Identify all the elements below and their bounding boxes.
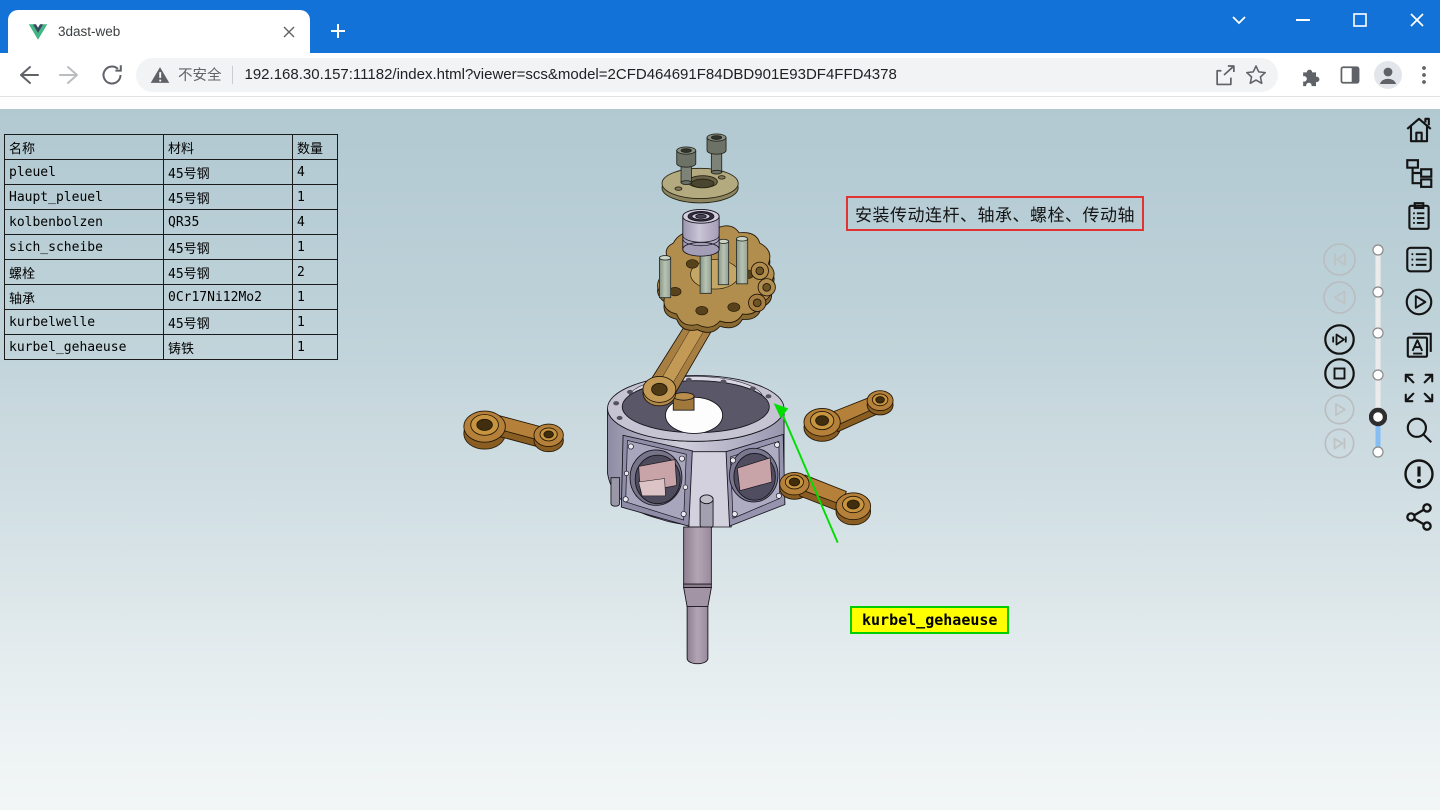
annotation-button[interactable] bbox=[1402, 329, 1436, 361]
play-pause-button[interactable] bbox=[1324, 324, 1355, 355]
window-restore-down-button[interactable] bbox=[1228, 0, 1250, 40]
timeline-slider[interactable] bbox=[1369, 244, 1387, 460]
share-icon bbox=[1403, 501, 1435, 533]
chevron-down-icon bbox=[1228, 9, 1250, 31]
alert-icon bbox=[1402, 457, 1436, 491]
url-bar[interactable]: 不安全 192.168.30.157:11182/index.html?view… bbox=[136, 58, 1278, 92]
play-circle-button[interactable] bbox=[1402, 286, 1436, 318]
stop-button[interactable] bbox=[1324, 358, 1355, 389]
vue-logo-icon bbox=[28, 23, 48, 41]
reload-icon bbox=[99, 62, 125, 88]
maximize-icon bbox=[1349, 9, 1371, 31]
part-bearing[interactable] bbox=[683, 209, 719, 256]
zoom-button[interactable] bbox=[1402, 415, 1436, 447]
star-icon bbox=[1244, 63, 1268, 87]
menu-kebab-button[interactable] bbox=[1408, 59, 1440, 91]
reload-button[interactable] bbox=[96, 59, 128, 91]
side-panel-icon bbox=[1338, 63, 1362, 87]
part-kurbelwelle[interactable] bbox=[684, 527, 712, 664]
minimize-icon bbox=[1292, 9, 1314, 31]
step-note: 安装传动连杆、轴承、螺栓、传动轴 bbox=[846, 196, 1144, 231]
viewer-viewport[interactable]: 名称 材料 数量 pleuel45号钢4 Haupt_pleuel45号钢1 k… bbox=[0, 109, 1440, 810]
share-model-button[interactable] bbox=[1402, 501, 1436, 533]
zoom-icon bbox=[1403, 415, 1435, 447]
part-pleuel-left[interactable] bbox=[464, 411, 564, 452]
puzzle-icon bbox=[1298, 63, 1322, 87]
close-icon bbox=[1406, 9, 1428, 31]
forward-button[interactable] bbox=[54, 59, 86, 91]
back-button[interactable] bbox=[12, 59, 44, 91]
model-tree-button[interactable] bbox=[1402, 157, 1436, 189]
skip-to-end-icon bbox=[1324, 428, 1355, 459]
avatar-icon bbox=[1373, 60, 1403, 90]
part-label[interactable]: kurbel_gehaeuse bbox=[850, 606, 1009, 634]
forward-arrow-icon bbox=[57, 62, 83, 88]
skip-to-start-icon bbox=[1323, 243, 1356, 276]
skip-to-end-button[interactable] bbox=[1324, 428, 1355, 459]
alert-button[interactable] bbox=[1402, 458, 1436, 490]
tab-title: 3dast-web bbox=[58, 24, 278, 39]
side-panel-button[interactable] bbox=[1334, 59, 1366, 91]
clipboard-list-button[interactable] bbox=[1402, 200, 1436, 232]
window-maximize-button[interactable] bbox=[1349, 0, 1371, 40]
part-pleuel-right-bottom[interactable] bbox=[780, 472, 871, 524]
kebab-menu-icon bbox=[1412, 63, 1436, 87]
window-minimize-button[interactable] bbox=[1292, 0, 1314, 40]
fit-screen-button[interactable] bbox=[1402, 372, 1436, 404]
part-kurbel-gehaeuse[interactable] bbox=[607, 376, 784, 529]
annotation-icon bbox=[1403, 329, 1435, 361]
not-secure-warning-icon bbox=[150, 65, 170, 85]
skip-to-start-button[interactable] bbox=[1323, 243, 1356, 276]
profile-avatar[interactable] bbox=[1372, 59, 1404, 91]
list-button[interactable] bbox=[1402, 243, 1436, 275]
stop-icon bbox=[1324, 358, 1355, 389]
viewer-3d-canvas[interactable] bbox=[0, 109, 1440, 810]
share-button[interactable] bbox=[1208, 59, 1240, 91]
tab-close-button[interactable] bbox=[278, 21, 300, 43]
security-label[interactable]: 不安全 bbox=[178, 64, 222, 85]
back-arrow-icon bbox=[15, 62, 41, 88]
home-button[interactable] bbox=[1402, 114, 1436, 146]
url-text[interactable]: 192.168.30.157:11182/index.html?viewer=s… bbox=[245, 66, 1209, 83]
home-icon bbox=[1403, 114, 1435, 146]
fit-screen-icon bbox=[1402, 370, 1436, 406]
bookmark-star-button[interactable] bbox=[1240, 59, 1272, 91]
play-button[interactable] bbox=[1324, 394, 1355, 425]
play-pause-icon bbox=[1324, 324, 1355, 355]
part-sich-scheibe[interactable] bbox=[662, 168, 738, 203]
timeline-current-handle[interactable] bbox=[1371, 410, 1385, 424]
viewer-sidebar bbox=[1402, 114, 1436, 533]
part-pleuel-right-top[interactable] bbox=[804, 391, 893, 442]
browser-toolbar: 不安全 192.168.30.157:11182/index.html?view… bbox=[0, 53, 1440, 97]
list-icon bbox=[1403, 243, 1435, 275]
clipboard-list-icon bbox=[1403, 200, 1435, 232]
step-back-button[interactable] bbox=[1323, 281, 1356, 314]
plus-icon bbox=[330, 23, 346, 39]
extensions-button[interactable] bbox=[1294, 59, 1326, 91]
play-circle-icon bbox=[1403, 286, 1435, 318]
window-close-button[interactable] bbox=[1406, 0, 1428, 40]
browser-tab[interactable]: 3dast-web bbox=[8, 10, 310, 53]
page-top-strip bbox=[0, 97, 1440, 109]
step-back-icon bbox=[1323, 281, 1356, 314]
close-icon bbox=[283, 26, 295, 38]
model-tree-icon bbox=[1403, 157, 1435, 189]
share-icon bbox=[1212, 63, 1236, 87]
play-icon bbox=[1324, 394, 1355, 425]
url-divider bbox=[232, 66, 233, 84]
new-tab-button[interactable] bbox=[324, 17, 352, 45]
